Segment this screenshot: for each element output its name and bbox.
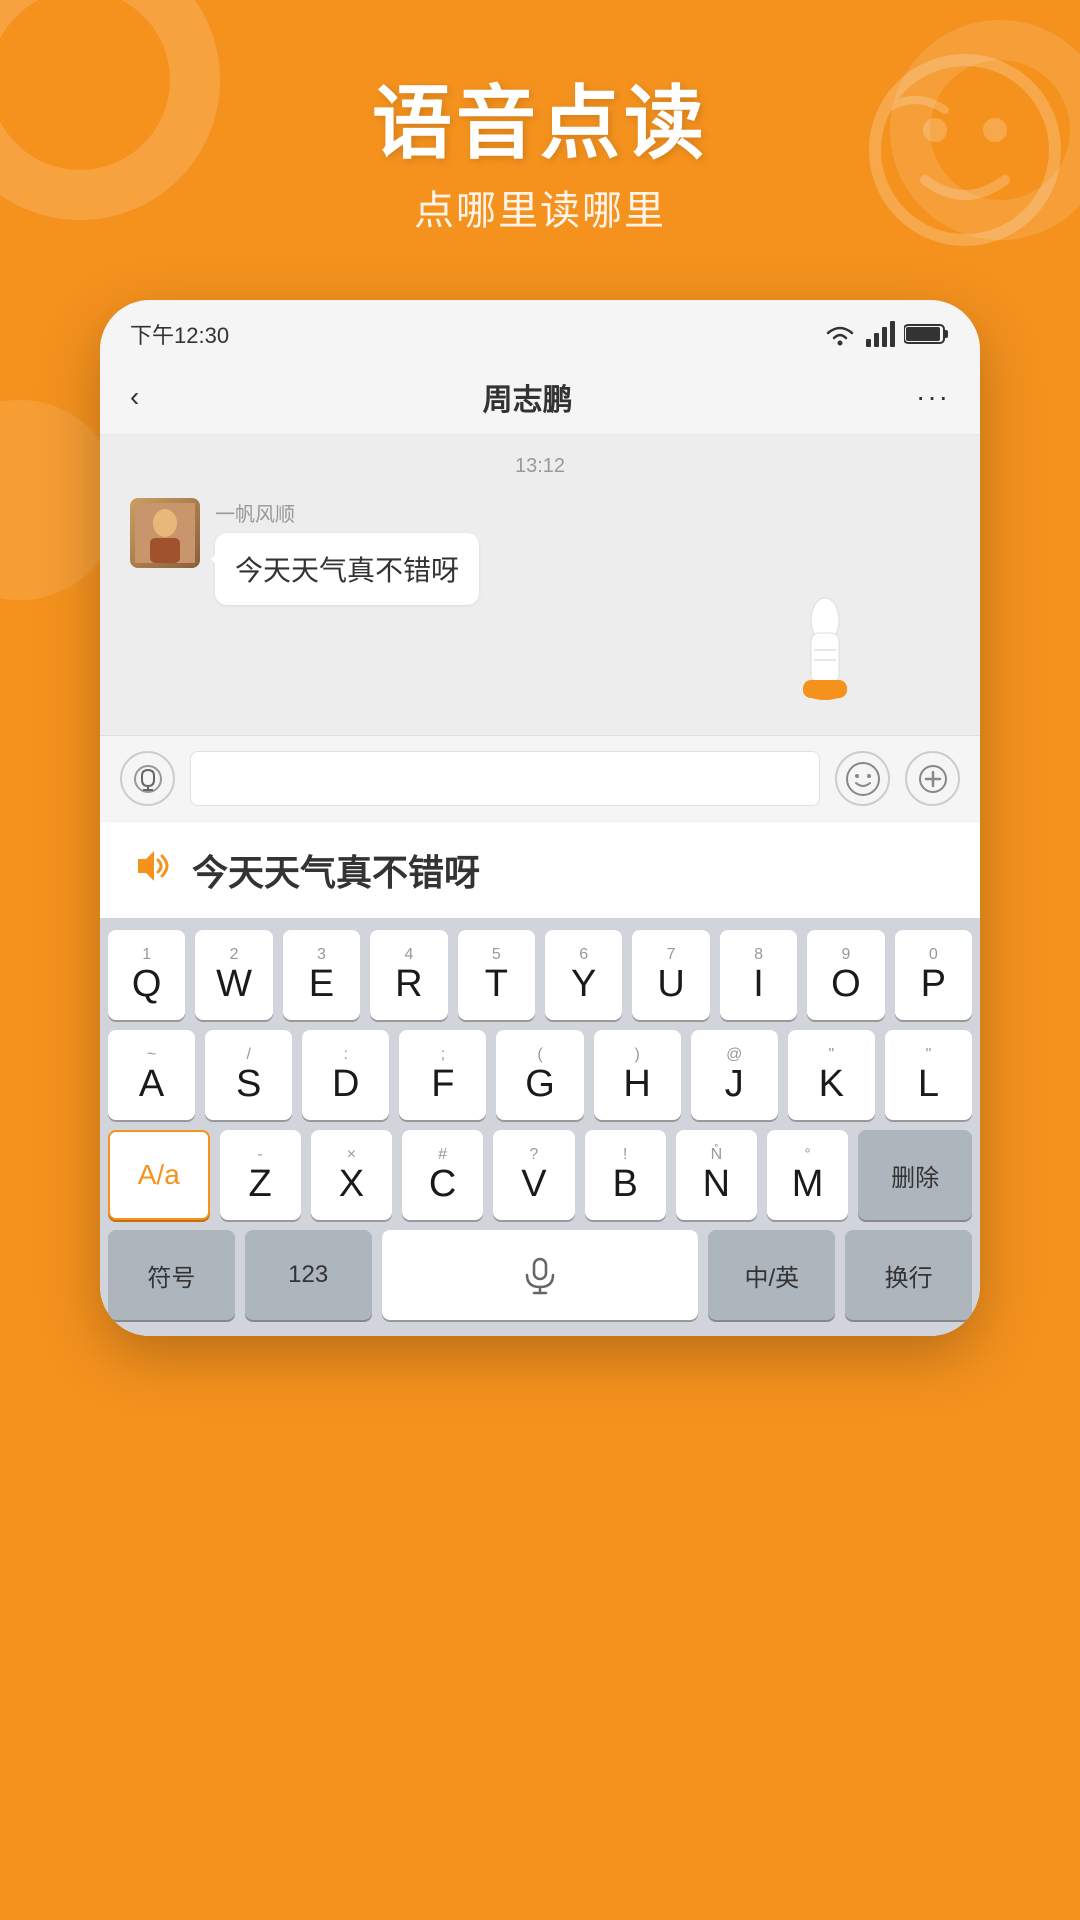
key-f[interactable]: ;F xyxy=(399,1030,486,1120)
back-button[interactable]: ‹ xyxy=(130,381,139,413)
num-key[interactable]: 123 xyxy=(245,1230,372,1320)
key-q[interactable]: 1Q xyxy=(108,930,185,1020)
enter-key[interactable]: 换行 xyxy=(845,1230,972,1320)
key-d[interactable]: :D xyxy=(302,1030,389,1120)
avatar xyxy=(130,498,200,568)
status-bar: 下午12:30 xyxy=(100,300,980,360)
nav-bar: ‹ 周志鹏 ··· xyxy=(100,360,980,435)
key-c[interactable]: #C xyxy=(402,1130,483,1220)
mic-icon xyxy=(520,1255,560,1295)
tts-display-text: 今天天气真不错呀 xyxy=(192,844,480,896)
chat-area: 13:12 一帆风顺 今天天气真不错呀 xyxy=(100,435,980,735)
hand-pointer-icon xyxy=(780,595,880,715)
keyboard-row-1: 1Q 2W 3E 4R 5T 6Y 7U 8I 9O 0P xyxy=(108,930,972,1020)
tts-bar[interactable]: 今天天气真不错呀 xyxy=(100,821,980,918)
emoji-icon xyxy=(845,761,881,797)
nav-title: 周志鹏 xyxy=(483,375,573,419)
key-m[interactable]: °M xyxy=(767,1130,848,1220)
message-bubble[interactable]: 今天天气真不错呀 xyxy=(215,533,479,605)
symbol-key[interactable]: 符号 xyxy=(108,1230,235,1320)
status-icons xyxy=(822,321,950,347)
emoji-button[interactable] xyxy=(835,751,890,806)
voice-button[interactable] xyxy=(120,751,175,806)
key-l[interactable]: "L xyxy=(885,1030,972,1120)
key-o[interactable]: 9O xyxy=(807,930,884,1020)
space-key[interactable] xyxy=(382,1230,699,1320)
key-n[interactable]: N̊N xyxy=(676,1130,757,1220)
keyboard-row-3: A/a -Z ×X #C ?V !B N̊N °M 删除 xyxy=(108,1130,972,1220)
keyboard: 1Q 2W 3E 4R 5T 6Y 7U 8I 9O 0P ~A /S :D ;… xyxy=(100,918,980,1336)
key-b[interactable]: !B xyxy=(585,1130,666,1220)
wifi-icon xyxy=(822,321,858,347)
key-k[interactable]: "K xyxy=(788,1030,875,1120)
key-w[interactable]: 2W xyxy=(195,930,272,1020)
sender-name: 一帆风顺 xyxy=(215,498,479,527)
key-e[interactable]: 3E xyxy=(283,930,360,1020)
lang-key[interactable]: 中/英 xyxy=(708,1230,835,1320)
title-main: 语音点读 xyxy=(0,80,1080,168)
shift-key[interactable]: A/a xyxy=(108,1130,210,1220)
key-y[interactable]: 6Y xyxy=(545,930,622,1020)
key-j[interactable]: @J xyxy=(691,1030,778,1120)
title-sub: 点哪里读哪里 xyxy=(0,178,1080,236)
key-h[interactable]: )H xyxy=(594,1030,681,1120)
chat-timestamp: 13:12 xyxy=(130,455,950,478)
battery-icon xyxy=(904,322,950,346)
key-p[interactable]: 0P xyxy=(895,930,972,1020)
plus-icon xyxy=(918,764,948,794)
phone-mockup: 下午12:30 ‹ xyxy=(100,300,980,1336)
key-u[interactable]: 7U xyxy=(632,930,709,1020)
header-section: 语音点读 点哪里读哪里 xyxy=(0,80,1080,236)
key-z[interactable]: -Z xyxy=(220,1130,301,1220)
key-a[interactable]: ~A xyxy=(108,1030,195,1120)
more-button[interactable]: ··· xyxy=(916,381,950,413)
tts-speaker-icon xyxy=(130,846,174,895)
plus-button[interactable] xyxy=(905,751,960,806)
key-r[interactable]: 4R xyxy=(370,930,447,1020)
input-bar xyxy=(100,735,980,821)
status-time: 下午12:30 xyxy=(130,318,229,350)
key-g[interactable]: (G xyxy=(496,1030,583,1120)
key-i[interactable]: 8I xyxy=(720,930,797,1020)
chat-message-row: 一帆风顺 今天天气真不错呀 xyxy=(130,498,950,605)
keyboard-row-2: ~A /S :D ;F (G )H @J "K "L xyxy=(108,1030,972,1120)
key-x[interactable]: ×X xyxy=(311,1130,392,1220)
key-v[interactable]: ?V xyxy=(493,1130,574,1220)
key-t[interactable]: 5T xyxy=(458,930,535,1020)
delete-key[interactable]: 删除 xyxy=(858,1130,972,1220)
message-content: 一帆风顺 今天天气真不错呀 xyxy=(215,498,479,605)
voice-icon xyxy=(133,764,163,794)
signal-icon xyxy=(866,321,896,347)
keyboard-row-4: 符号 123 中/英 换行 xyxy=(108,1230,972,1320)
text-input[interactable] xyxy=(190,751,820,806)
key-s[interactable]: /S xyxy=(205,1030,292,1120)
